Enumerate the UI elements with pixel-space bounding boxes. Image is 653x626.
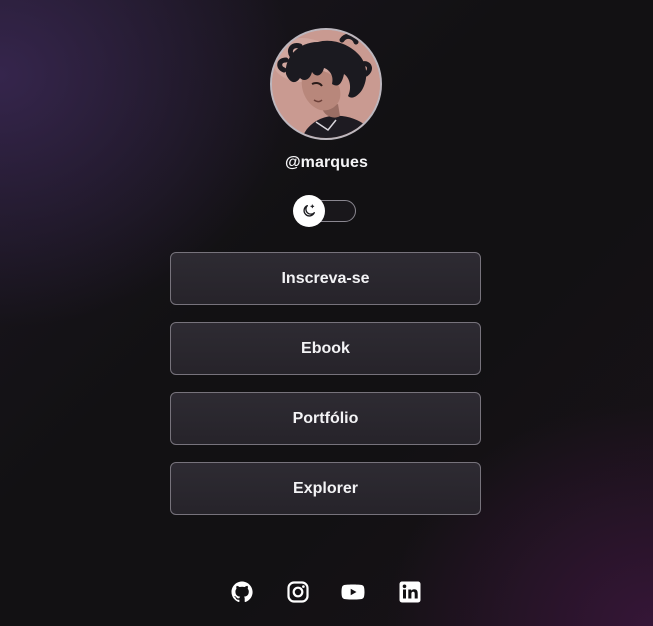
linkedin-icon[interactable] (398, 580, 422, 604)
social-links (0, 580, 653, 604)
subscribe-button[interactable]: Inscreva-se (170, 252, 481, 305)
theme-toggle-knob[interactable] (293, 195, 325, 227)
youtube-icon[interactable] (341, 580, 365, 604)
avatar-illustration (272, 30, 380, 138)
explorer-button[interactable]: Explorer (170, 462, 481, 515)
github-icon[interactable] (230, 580, 254, 604)
theme-toggle[interactable] (293, 195, 356, 227)
username: @marques (284, 154, 369, 171)
portfolio-button[interactable]: Portfólio (170, 392, 481, 445)
ebook-button[interactable]: Ebook (170, 322, 481, 375)
avatar (270, 28, 382, 140)
moon-icon (303, 204, 315, 217)
profile-page: @marques Inscreva-se Ebook Portfólio Exp… (0, 0, 653, 626)
instagram-icon[interactable] (286, 580, 310, 604)
